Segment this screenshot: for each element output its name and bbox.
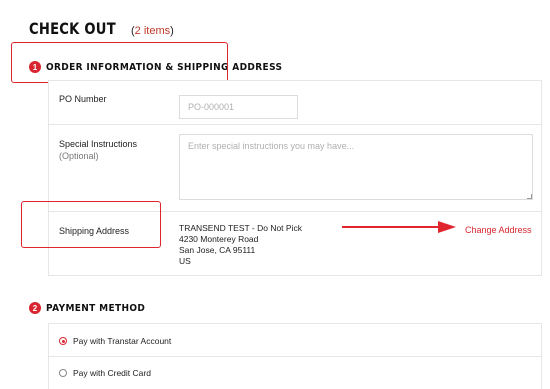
payment-option-row: Pay with Transtar Account — [49, 324, 541, 357]
instructions-optional-text: (Optional) — [59, 151, 99, 161]
payment-section-header: 2 PAYMENT METHOD — [29, 302, 156, 314]
order-info-panel: PO Number Special Instructions (Optional… — [48, 80, 542, 276]
address-line: TRANSEND TEST - Do Not Pick — [179, 223, 302, 233]
pay-credit-card-label: Pay with Credit Card — [73, 368, 151, 378]
radio-credit-card[interactable] — [59, 369, 67, 377]
po-number-input[interactable] — [179, 95, 298, 119]
step-2-badge: 2 — [29, 302, 41, 314]
po-number-label: PO Number — [59, 94, 107, 104]
payment-panel: Pay with Transtar Account Pay with Credi… — [48, 323, 542, 389]
step-1-badge: 1 — [29, 61, 41, 73]
instructions-label: Special Instructions (Optional) — [59, 138, 137, 162]
shipping-address-label: Shipping Address — [59, 226, 130, 236]
pay-transtar-option[interactable]: Pay with Transtar Account — [59, 336, 171, 346]
checkout-title: CHECK OUT — [29, 19, 116, 38]
instructions-label-text: Special Instructions — [59, 139, 138, 149]
address-line: US — [179, 256, 191, 266]
instructions-row: Special Instructions (Optional) — [49, 125, 541, 212]
po-number-row: PO Number — [49, 81, 541, 125]
resize-grip-icon[interactable] — [527, 194, 532, 199]
instructions-textarea[interactable] — [179, 134, 533, 200]
address-line: San Jose, CA 95111 — [179, 245, 256, 255]
change-address-link[interactable]: Change Address — [465, 225, 532, 235]
pay-transtar-label: Pay with Transtar Account — [73, 336, 172, 346]
pay-credit-card-option[interactable]: Pay with Credit Card — [59, 368, 151, 378]
payment-section-title: PAYMENT METHOD — [46, 302, 146, 314]
address-line: 4230 Monterey Road — [179, 234, 259, 244]
item-count: (2 items) — [130, 25, 174, 37]
order-section-title: ORDER INFORMATION & SHIPPING ADDRESS — [46, 61, 283, 73]
shipping-address-row: Shipping Address TRANSEND TEST - Do Not … — [49, 212, 541, 276]
radio-transtar[interactable] — [59, 337, 67, 345]
payment-option-row: Pay with Credit Card — [49, 357, 541, 389]
annotation-arrow-icon — [342, 221, 456, 233]
shipping-address: TRANSEND TEST - Do Not Pick 4230 Montere… — [179, 223, 302, 267]
order-section-header: 1 ORDER INFORMATION & SHIPPING ADDRESS — [29, 61, 309, 73]
page-title: CHECK OUT (2 items) — [29, 19, 174, 38]
